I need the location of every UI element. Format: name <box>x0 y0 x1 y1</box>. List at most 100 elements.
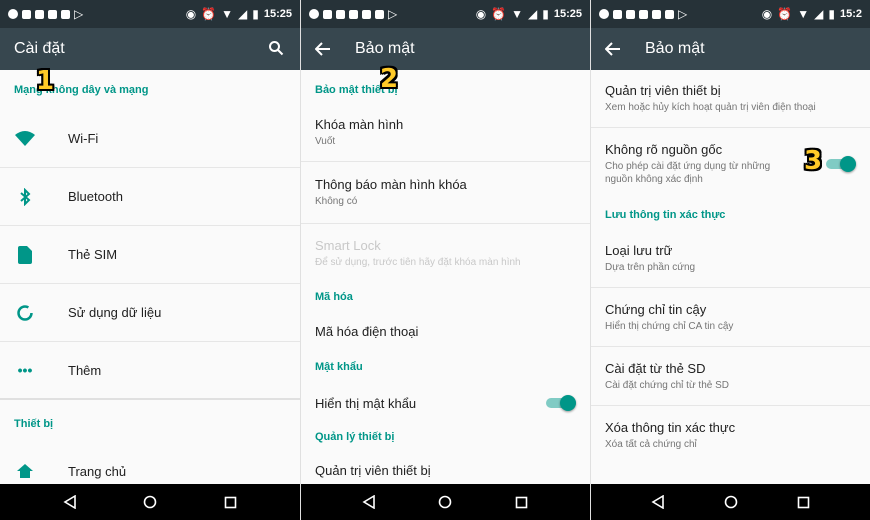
battery-icon: ▮ <box>542 7 549 21</box>
recents-nav-icon[interactable] <box>513 493 531 511</box>
section-header-device-admin: Quản lý thiết bị <box>315 431 395 443</box>
back-nav-icon[interactable] <box>61 493 79 511</box>
app-bar: Bảo mật <box>301 28 590 70</box>
navigation-bar <box>301 484 590 520</box>
notification-icon <box>22 9 31 19</box>
wifi-signal-icon: ▼ <box>511 7 524 21</box>
item-summary: Dựa trên phần cứng <box>605 262 696 273</box>
settings-item-label: Thẻ SIM <box>68 247 118 262</box>
back-arrow-icon[interactable] <box>315 42 333 56</box>
recents-nav-icon[interactable] <box>795 493 813 511</box>
settings-item-data-usage[interactable]: Sử dụng dữ liệu <box>0 284 300 342</box>
wifi-signal-icon: ▼ <box>221 7 234 21</box>
notification-icon <box>639 9 648 19</box>
section-header-device-security: Bảo mật thiết bị <box>315 84 398 96</box>
play-icon: ▷ <box>678 7 688 21</box>
screen-lock-item[interactable]: Khóa màn hình Vuốt <box>301 104 590 162</box>
show-password-toggle[interactable] <box>546 395 576 411</box>
recents-nav-icon[interactable] <box>221 493 239 511</box>
app-bar: Bảo mật <box>591 28 870 70</box>
item-title: Quản trị viên thiết bị <box>315 462 431 478</box>
item-summary: Xóa tất cả chứng chỉ <box>605 438 697 450</box>
search-icon[interactable] <box>268 40 286 58</box>
app-bar: Cài đặt <box>0 28 300 70</box>
page-title: Bảo mật <box>355 40 415 57</box>
wifi-icon <box>14 128 36 150</box>
notification-icon <box>8 9 18 19</box>
alarm-icon: ⏰ <box>777 7 793 21</box>
item-title: Mã hóa điện thoại <box>315 323 419 339</box>
alarm-icon: ⏰ <box>491 7 507 21</box>
notification-icon <box>61 9 70 19</box>
sim-card-icon <box>14 244 36 266</box>
item-title: Không rõ nguồn gốc <box>605 142 723 157</box>
section-header-device: Thiết bị <box>14 418 54 430</box>
step-badge-2: 2 <box>380 64 399 94</box>
clock: 15:25 <box>263 8 292 20</box>
item-title: Quản trị viên thiết bị <box>605 83 721 98</box>
section-header-encryption: Mã hóa <box>315 291 353 303</box>
clock: 15:25 <box>553 8 582 20</box>
back-nav-icon[interactable] <box>649 493 667 511</box>
vibrate-icon: ◉ <box>185 7 197 21</box>
home-nav-icon[interactable] <box>436 493 454 511</box>
back-nav-icon[interactable] <box>360 493 378 511</box>
storage-type-item[interactable]: Loại lưu trữ Dựa trên phần cứng <box>591 230 870 288</box>
unknown-sources-item[interactable]: Không rõ nguồn gốc Cho phép cài đặt ứng … <box>591 128 870 200</box>
notification-icon <box>336 9 345 19</box>
item-summary: Hiển thị chứng chỉ CA tin cậy <box>605 320 734 332</box>
security-list: Bảo mật thiết bị Khóa màn hình Vuốt Thôn… <box>301 70 590 488</box>
security-panel: ▷ ◉ ⏰ ▼ ◢ ▮ 15:25 Bảo mật Bảo mật thiết … <box>300 0 590 520</box>
device-admins-item[interactable]: Quản trị viên thiết bị <box>301 452 590 488</box>
section-header-credentials: Lưu thông tin xác thực <box>605 209 726 221</box>
trusted-credentials-item[interactable]: Chứng chỉ tin cậy Hiển thị chứng chỉ CA … <box>591 288 870 347</box>
item-title: Cài đặt từ thẻ SD <box>605 360 706 376</box>
settings-list: Mạng không dây và mạng Wi-Fi Bluetooth T… <box>0 70 300 494</box>
home-icon <box>14 460 36 482</box>
settings-item-wifi[interactable]: Wi-Fi <box>0 110 300 168</box>
play-icon: ▷ <box>74 7 84 21</box>
home-nav-icon[interactable] <box>722 493 740 511</box>
notification-icon <box>48 9 57 19</box>
data-usage-icon <box>14 302 36 324</box>
settings-item-label: Bluetooth <box>68 189 123 204</box>
device-admins-item[interactable]: Quản trị viên thiết bị Xem hoặc hủy kích… <box>591 70 870 128</box>
show-password-item[interactable]: Hiển thị mật khẩu <box>301 384 590 422</box>
settings-item-sim[interactable]: Thẻ SIM <box>0 226 300 284</box>
clear-credentials-item[interactable]: Xóa thông tin xác thực Xóa tất cả chứng … <box>591 406 870 464</box>
security-list: Quản trị viên thiết bị Xem hoặc hủy kích… <box>591 70 870 464</box>
notification-icon <box>626 9 635 19</box>
cell-signal-icon: ◢ <box>528 7 538 21</box>
item-title: Hiển thị mật khẩu <box>315 395 417 411</box>
settings-item-label: Thêm <box>68 362 102 378</box>
item-title: Xóa thông tin xác thực <box>605 419 736 435</box>
unknown-sources-toggle[interactable] <box>826 156 856 172</box>
item-summary: Xem hoặc hủy kích hoạt quản trị viên điệ… <box>605 102 816 113</box>
alarm-icon: ⏰ <box>201 7 217 21</box>
encrypt-phone-item[interactable]: Mã hóa điện thoại <box>301 312 590 350</box>
battery-icon: ▮ <box>828 7 835 21</box>
navigation-bar <box>0 484 300 520</box>
notification-icon <box>613 9 622 19</box>
page-title: Bảo mật <box>645 40 705 57</box>
navigation-bar <box>591 484 870 520</box>
status-bar: ▷ ◉ ⏰ ▼ ◢ ▮ 15:25 <box>301 0 590 28</box>
step-badge-3: 3 <box>804 146 823 176</box>
vibrate-icon: ◉ <box>761 7 773 21</box>
notification-icon <box>599 9 609 19</box>
item-summary: Vuốt <box>315 136 336 147</box>
settings-item-more[interactable]: ••• Thêm <box>0 342 300 400</box>
item-title: Chứng chỉ tin cậy <box>605 301 707 317</box>
clock: 15:2 <box>839 8 862 20</box>
more-icon: ••• <box>17 362 33 378</box>
home-nav-icon[interactable] <box>141 493 159 511</box>
install-from-sd-item[interactable]: Cài đặt từ thẻ SD Cài đặt chứng chỉ từ t… <box>591 347 870 406</box>
item-title: Thông báo màn hình khóa <box>315 177 467 192</box>
notification-icon <box>323 9 332 19</box>
back-arrow-icon[interactable] <box>605 42 623 56</box>
lock-screen-notifications-item[interactable]: Thông báo màn hình khóa Không có <box>301 162 590 224</box>
security-panel-scrolled: ▷ ◉ ⏰ ▼ ◢ ▮ 15:2 Bảo mật Quản trị viên t… <box>590 0 870 520</box>
bluetooth-icon <box>14 186 36 208</box>
settings-item-bluetooth[interactable]: Bluetooth <box>0 168 300 226</box>
page-title: Cài đặt <box>14 40 65 57</box>
